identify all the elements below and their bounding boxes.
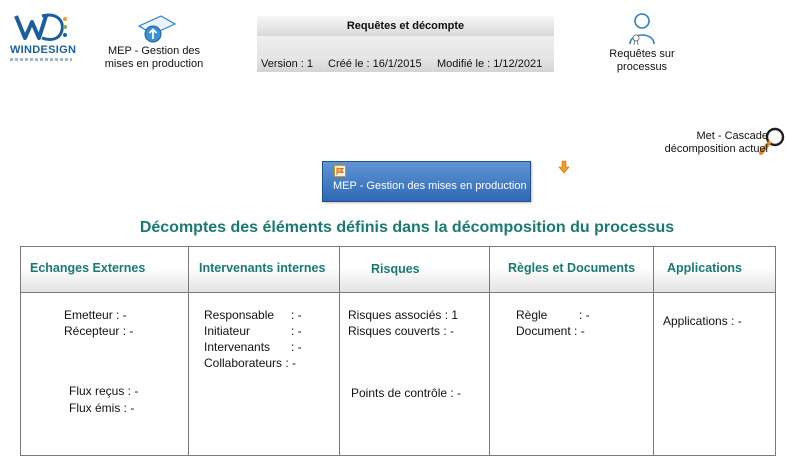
windesign-logo: WINDESIGN [8, 10, 76, 68]
label-regle: Règle [516, 308, 548, 322]
nav-requetes-label-line1: Requêtes sur [609, 48, 675, 60]
column-echanges-externes: Echanges Externes Emetteur : - Récepteur… [21, 247, 189, 455]
user-badge-icon [629, 13, 655, 46]
column-header-label: Règles et Documents [508, 261, 636, 275]
count-initiateur: : - [291, 324, 302, 338]
column-regles-documents: Règles et Documents Règle : - Document :… [490, 247, 654, 455]
column-header: Applications [654, 247, 775, 293]
column-body: Risques associés : 1 Risques couverts : … [340, 293, 489, 455]
section-title: Décomptes des éléments définis dans la d… [139, 219, 675, 236]
page-title: Requêtes et décompte [257, 16, 554, 36]
column-header-label: Applications [667, 261, 743, 275]
column-header: Echanges Externes [21, 247, 188, 293]
cascade-label-line1: Met - Cascade [696, 130, 768, 142]
count-emetteur: Emetteur : - [64, 308, 127, 322]
column-body: Applications : - [654, 293, 775, 455]
nav-requetes-label-line2: processus [616, 61, 668, 73]
column-body: Emetteur : - Récepteur : - Flux reçus : … [21, 293, 188, 455]
header-panel: Requêtes et décompte Version : 1 Créé le… [257, 16, 554, 74]
column-header: Règles et Documents [490, 247, 653, 293]
nav-mep-label-line2: mises en production [104, 58, 204, 70]
flag-icon [334, 165, 346, 177]
column-body: Règle : - Document : - [490, 293, 653, 455]
logo-tagline [10, 58, 72, 61]
column-header: Intervenants internes [189, 247, 339, 293]
count-applications: Applications : - [663, 314, 742, 328]
column-header-label: Intervenants internes [199, 261, 326, 275]
version-label: Version : 1 [257, 56, 323, 72]
count-flux-recus: Flux reçus : - [69, 384, 139, 398]
modified-date-label: Modifié le : 1/12/2021 [433, 56, 554, 72]
decompte-table: Echanges Externes Emetteur : - Récepteur… [20, 246, 776, 456]
count-intervenants: : - [291, 340, 302, 354]
windesign-logo-mark [14, 13, 67, 41]
count-collaborateurs: Collaborateurs : - [204, 356, 297, 370]
column-body: Responsable : - Initiateur : - Intervena… [189, 293, 339, 455]
count-flux-emis: Flux émis : - [69, 401, 135, 415]
nav-requetes-sur-processus[interactable]: Requêtes sur processus [594, 12, 690, 78]
arrow-down-icon[interactable] [558, 160, 570, 174]
mep-button-label: MEP - Gestion des mises en production [333, 180, 527, 192]
label-initiateur: Initiateur [204, 324, 251, 338]
count-recepteur: Récepteur : - [64, 324, 134, 338]
label-responsable: Responsable [204, 308, 275, 322]
count-regle: : - [579, 308, 590, 322]
count-risques-associes: Risques associés : 1 [348, 308, 459, 322]
column-applications: Applications Applications : - [654, 247, 775, 455]
column-header-label: Echanges Externes [30, 261, 146, 275]
count-document: Document : - [516, 324, 585, 338]
count-points-de-controle: Points de contrôle : - [351, 386, 462, 400]
count-responsable: : - [291, 308, 302, 322]
cascade-label-line2: décomposition actuel [664, 143, 768, 155]
logo-wordmark: WINDESIGN [10, 44, 77, 56]
label-intervenants: Intervenants [204, 340, 271, 354]
column-header: Risques [340, 247, 489, 293]
upload-graduation-icon [137, 15, 177, 43]
nav-mep-label-line1: MEP - Gestion des [107, 45, 201, 57]
created-date-label: Créé le : 16/1/2015 [324, 56, 432, 72]
mep-gestion-button[interactable]: MEP - Gestion des mises en production [322, 161, 531, 202]
cascade-decomposition-link[interactable]: Met - Cascade décomposition actuel [664, 126, 786, 160]
column-intervenants-internes: Intervenants internes Responsable : - In… [189, 247, 340, 455]
column-header-label: Risques [371, 262, 420, 276]
column-risques: Risques Risques associés : 1 Risques cou… [340, 247, 490, 455]
nav-mep-gestion-mises-en-production[interactable]: MEP - Gestion des mises en production [96, 14, 212, 76]
count-risques-couverts: Risques couverts : - [348, 324, 455, 338]
